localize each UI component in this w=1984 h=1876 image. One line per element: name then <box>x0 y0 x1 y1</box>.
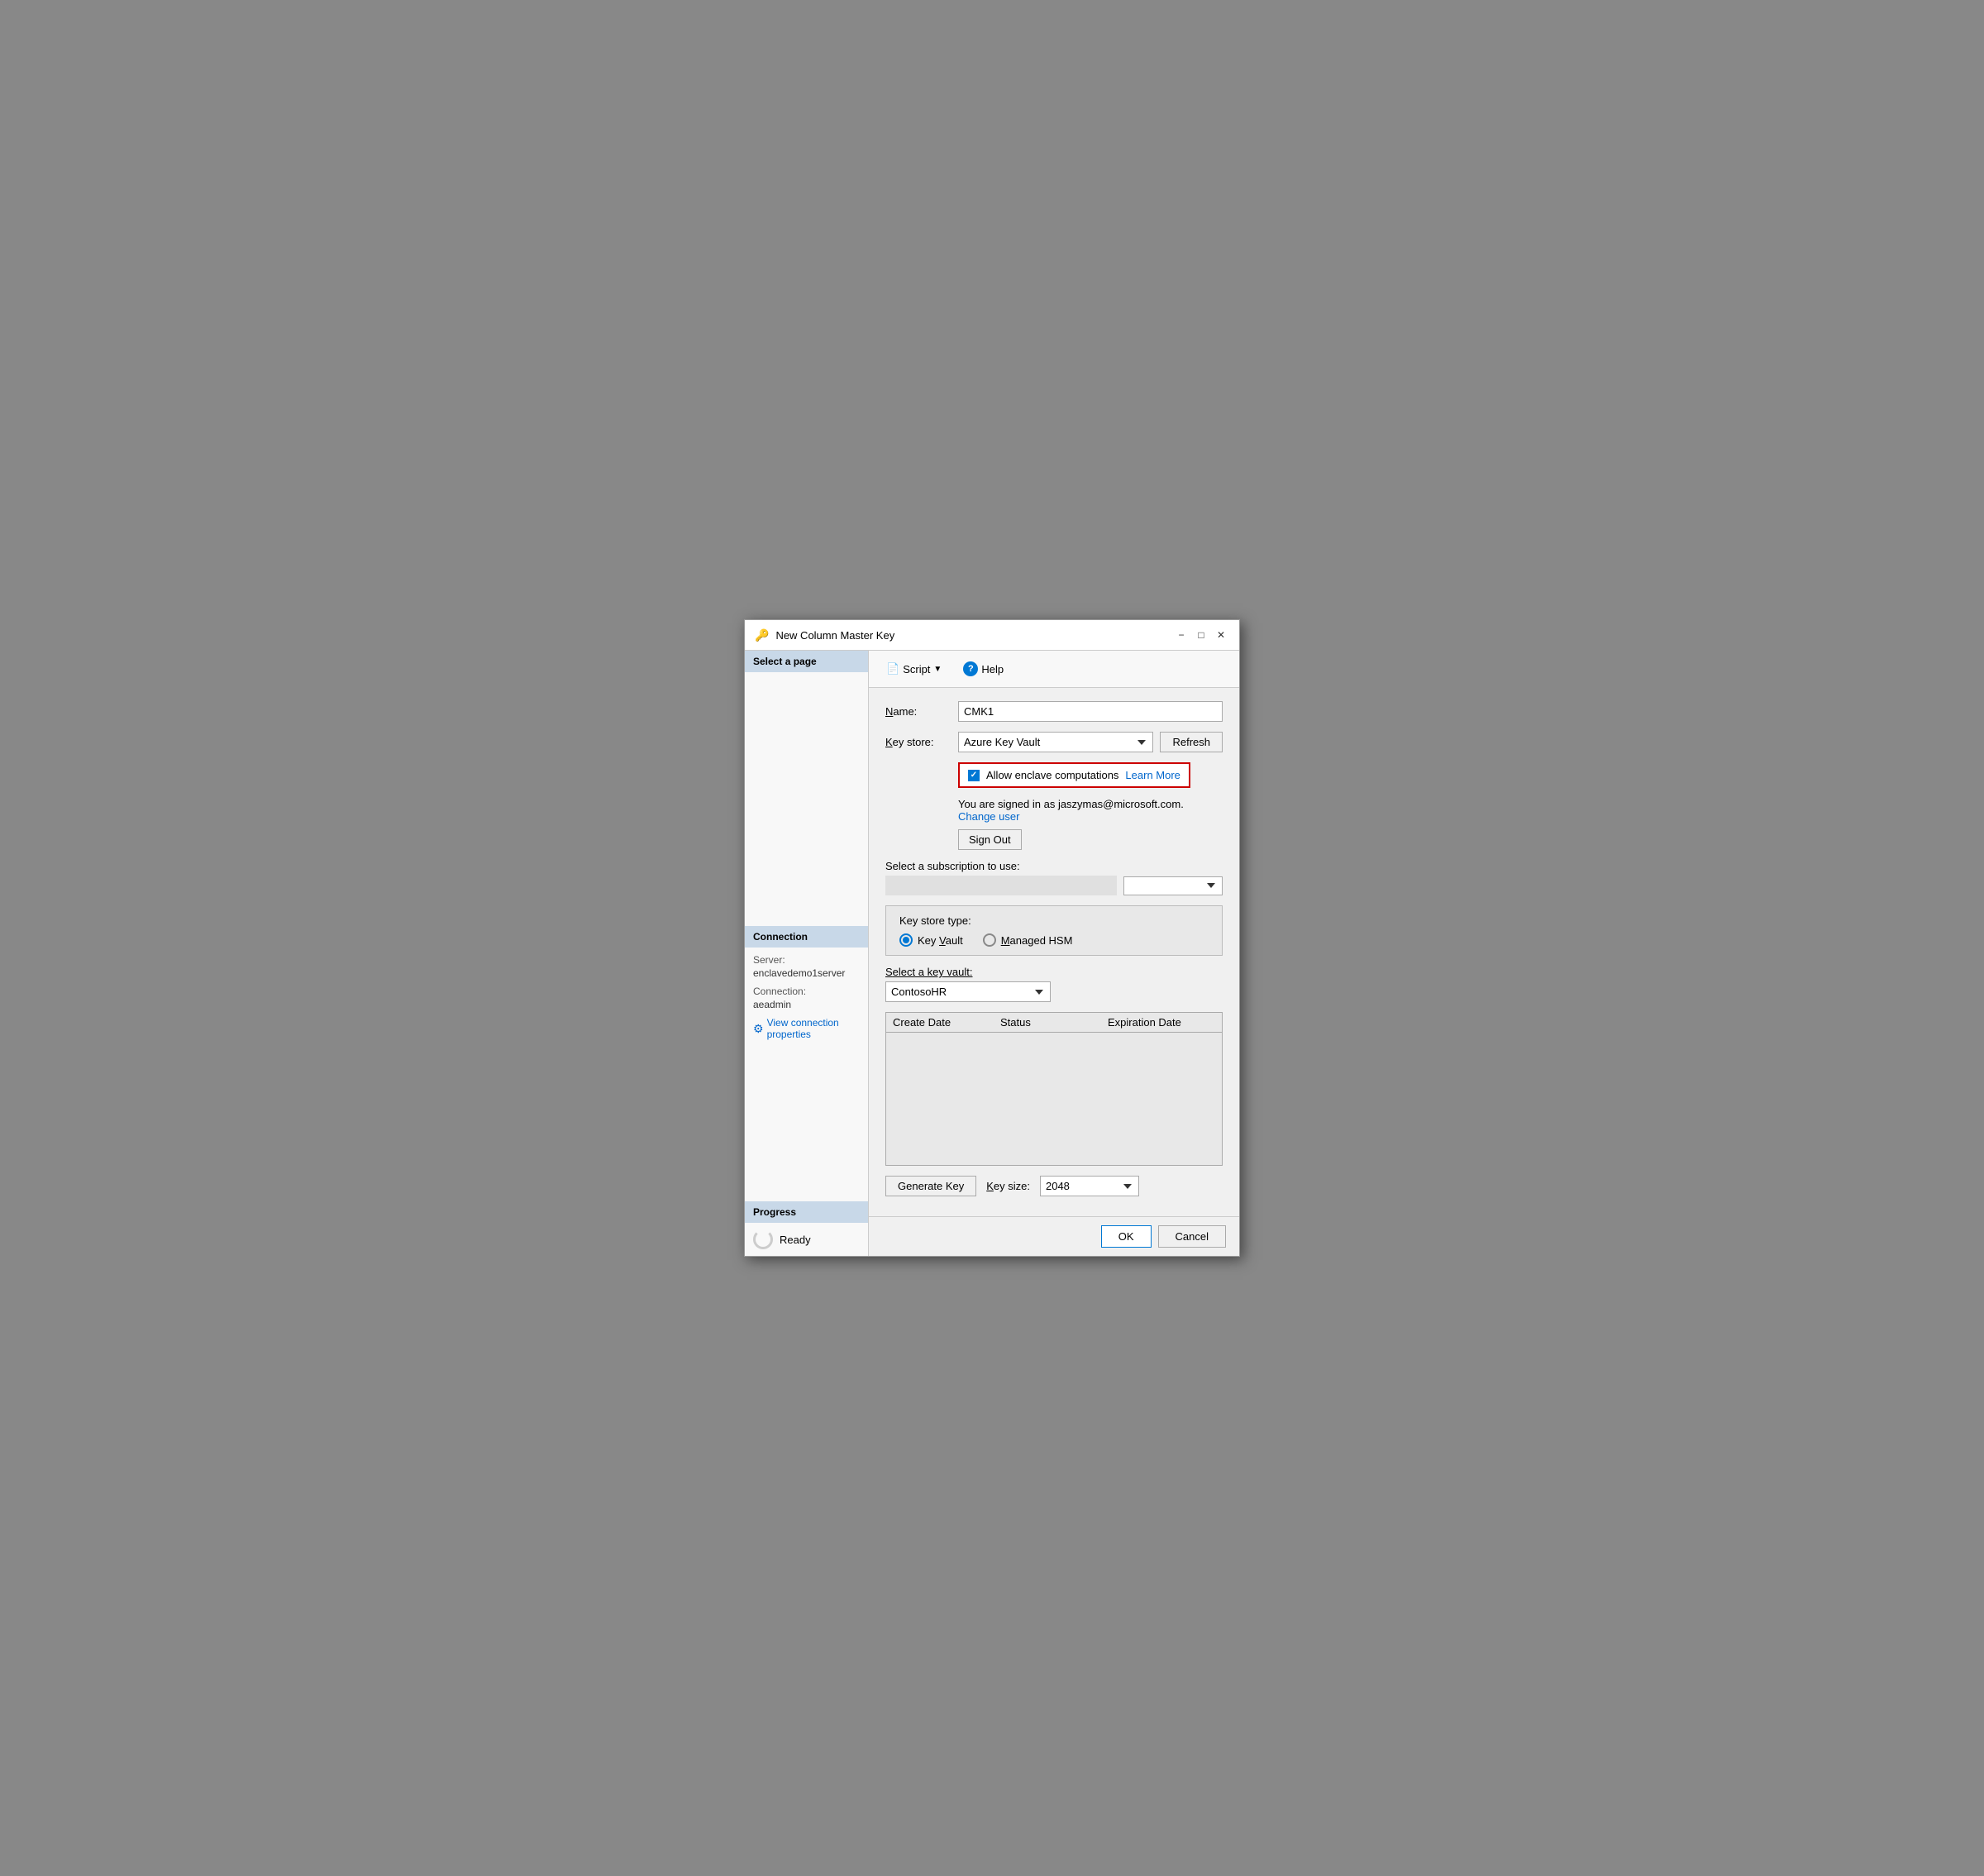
form-area: Name: Key store: Azure Key Vault Windows… <box>869 688 1239 1216</box>
name-label: Name: <box>885 705 951 718</box>
enclave-checkbox[interactable] <box>968 770 980 781</box>
signed-in-row: You are signed in as jaszymas@microsoft.… <box>958 798 1223 823</box>
managed-hsm-radio[interactable]: Managed HSM <box>983 933 1073 947</box>
close-button[interactable]: ✕ <box>1213 627 1229 643</box>
main-content: 📄 Script ▼ ? Help Name: <box>869 651 1239 1256</box>
name-input[interactable] <box>958 701 1223 722</box>
main-window: 🔑 New Column Master Key − □ ✕ Select a p… <box>744 619 1240 1257</box>
script-label: Script <box>903 663 930 675</box>
name-row: Name: <box>885 701 1223 722</box>
progress-label: Progress <box>753 1206 796 1218</box>
col-expiration: Expiration Date <box>1108 1016 1215 1029</box>
select-page-section: Select a page <box>745 651 868 672</box>
connection-section-header: Connection <box>745 926 868 948</box>
connection-properties-icon: ⚙ <box>753 1022 764 1036</box>
enclave-box: Allow enclave computations Learn More <box>958 762 1190 788</box>
server-value: enclavedemo1server <box>753 967 860 979</box>
sidebar-content <box>745 672 868 926</box>
generate-key-label: enerate Key <box>906 1180 964 1192</box>
key-table: Create Date Status Expiration Date <box>885 1012 1223 1166</box>
help-icon: ? <box>963 661 978 676</box>
subscription-select-row <box>885 876 1223 895</box>
key-size-select[interactable]: 2048 4096 <box>1040 1176 1139 1196</box>
view-connection-link[interactable]: ⚙ View connection properties <box>753 1017 860 1040</box>
restore-button[interactable]: □ <box>1193 627 1209 643</box>
key-table-body <box>886 1033 1222 1165</box>
connection-value: aeadmin <box>753 999 860 1010</box>
progress-spinner <box>753 1229 773 1249</box>
key-store-select[interactable]: Azure Key Vault Windows Certificate Stor… <box>958 732 1153 752</box>
window-controls: − □ ✕ <box>1173 627 1229 643</box>
sign-out-button[interactable]: Sign Out <box>958 829 1022 850</box>
sidebar: Select a page Connection Server: enclave… <box>745 651 869 1256</box>
subscription-label: Select a subscription to use: <box>885 860 1020 872</box>
generate-row: Generate Key Key size: 2048 4096 <box>885 1176 1223 1196</box>
subscription-filler <box>885 876 1117 895</box>
minimize-button[interactable]: − <box>1173 627 1190 643</box>
window-title: New Column Master Key <box>775 629 1166 642</box>
col-create-date: Create Date <box>893 1016 1000 1029</box>
managed-hsm-radio-outer <box>983 933 996 947</box>
key-size-label: Key size: <box>986 1180 1030 1192</box>
footer: OK Cancel <box>869 1216 1239 1256</box>
key-vault-radio-outer <box>899 933 913 947</box>
refresh-button[interactable]: Refresh <box>1160 732 1223 752</box>
connection-content: Server: enclavedemo1server Connection: a… <box>745 948 868 1201</box>
ok-button[interactable]: OK <box>1101 1225 1152 1248</box>
learn-more-link[interactable]: Learn More <box>1125 769 1180 781</box>
connection-name-label: Connection: <box>753 986 860 997</box>
script-dropdown-arrow: ▼ <box>933 665 942 674</box>
key-table-header: Create Date Status Expiration Date <box>886 1013 1222 1033</box>
change-user-link[interactable]: Change user <box>958 810 1019 823</box>
progress-status: Ready <box>780 1234 811 1246</box>
key-store-row: Key store: Azure Key Vault Windows Certi… <box>885 732 1223 752</box>
window-body: Select a page Connection Server: enclave… <box>745 651 1239 1256</box>
toolbar: 📄 Script ▼ ? Help <box>869 651 1239 688</box>
refresh-label: efresh <box>1180 736 1210 748</box>
enclave-label: Allow enclave computations <box>986 769 1118 781</box>
script-icon: 📄 <box>886 662 899 675</box>
window-icon: 🔑 <box>755 628 769 642</box>
subscription-select[interactable] <box>1123 876 1223 895</box>
help-button[interactable]: ? Help <box>956 657 1011 680</box>
subscription-label-row: Select a subscription to use: <box>885 860 1223 872</box>
cancel-button[interactable]: Cancel <box>1158 1225 1226 1248</box>
title-bar: 🔑 New Column Master Key − □ ✕ <box>745 620 1239 651</box>
script-button[interactable]: 📄 Script ▼ <box>879 658 949 680</box>
key-vault-select[interactable]: ContosoHR <box>885 981 1051 1002</box>
key-vault-select-row: ContosoHR <box>885 981 1223 1002</box>
key-vault-radio[interactable]: Key Vault <box>899 933 963 947</box>
progress-area: Ready <box>745 1223 868 1256</box>
key-store-label: Key store: <box>885 736 951 748</box>
col-status: Status <box>1000 1016 1108 1029</box>
view-connection-label: View connection properties <box>767 1017 860 1040</box>
generate-key-button[interactable]: Generate Key <box>885 1176 976 1196</box>
signed-in-text: You are signed in as jaszymas@microsoft.… <box>958 798 1184 810</box>
key-vault-radio-inner <box>903 937 909 943</box>
key-store-type-label: Key store type: <box>899 914 1209 927</box>
connection-label: Connection <box>753 931 808 943</box>
select-page-label: Select a page <box>753 656 817 667</box>
key-vault-label-row: Select a key vault: <box>885 966 1223 978</box>
help-label: Help <box>981 663 1004 675</box>
progress-section-header: Progress <box>745 1201 868 1223</box>
server-label: Server: <box>753 954 860 966</box>
radio-row: Key Vault Managed HSM <box>899 933 1209 947</box>
key-store-type-box: Key store type: Key Vault Managed HSM <box>885 905 1223 956</box>
